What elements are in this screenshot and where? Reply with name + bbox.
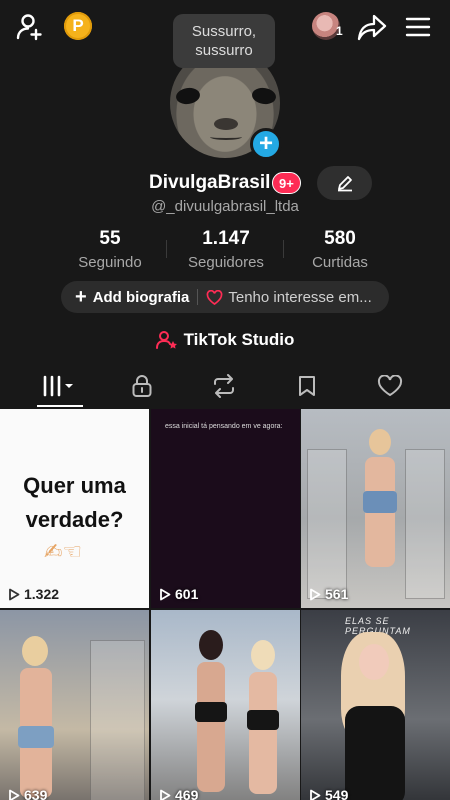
- building-shape: [307, 449, 347, 599]
- tab-reposts[interactable]: [192, 366, 256, 406]
- profile-tabs: [0, 366, 450, 408]
- notification-badge[interactable]: 9+: [272, 172, 301, 194]
- add-bio-label: Add biografia: [92, 288, 190, 306]
- account-count: 1: [336, 24, 343, 38]
- tab-favorites[interactable]: [275, 366, 339, 406]
- studio-label: TikTok Studio: [183, 330, 295, 349]
- avatar-eye: [251, 86, 277, 106]
- figure-body: [249, 672, 277, 794]
- figure-body: [197, 662, 225, 792]
- hamburger-menu-icon[interactable]: [401, 10, 435, 44]
- bio-pill: + Add biografia Tenho interesse em...: [61, 281, 389, 313]
- coins-icon[interactable]: P: [64, 12, 92, 40]
- video-thumbnail[interactable]: Quer uma verdade? ✍☜ 1.322: [0, 409, 149, 608]
- thumbnail-caption: essa inicial tá pensando em ve agora:: [165, 423, 283, 430]
- add-story-plus-icon[interactable]: +: [250, 128, 282, 160]
- play-icon: [159, 789, 171, 800]
- heart-outline-icon: [377, 375, 403, 397]
- active-tab-indicator: [37, 405, 83, 407]
- whisper-tooltip[interactable]: Sussurro, sussurro: [173, 14, 275, 68]
- video-thumbnail[interactable]: essa inicial tá pensando em ve agora: 60…: [151, 409, 300, 608]
- view-count: 639: [8, 787, 47, 800]
- building-shape: [90, 640, 145, 800]
- share-icon[interactable]: [354, 10, 390, 44]
- figure-shorts: [363, 491, 397, 513]
- stat-following[interactable]: 55 Seguindo: [50, 228, 170, 271]
- edit-profile-button[interactable]: [317, 166, 372, 200]
- stat-likes: 580 Curtidas: [280, 228, 400, 271]
- tab-private[interactable]: [110, 366, 174, 406]
- play-icon: [8, 588, 20, 601]
- name-row: DivulgaBrasil 9+: [0, 168, 450, 200]
- play-icon: [159, 588, 171, 601]
- studio-person-icon: [155, 330, 178, 350]
- video-thumbnail[interactable]: 561: [301, 409, 450, 608]
- username: @_divuulgabrasil_ltda: [151, 198, 299, 215]
- repost-icon: [214, 374, 234, 398]
- headline-line: Quer uma: [23, 473, 126, 498]
- heart-icon: [206, 289, 223, 305]
- view-count: 469: [159, 787, 198, 800]
- building-shape: [405, 449, 445, 599]
- view-count-value: 639: [24, 787, 48, 800]
- lock-icon: [132, 375, 152, 397]
- video-thumbnail[interactable]: ELAS SE PERGUNTAM 549: [301, 610, 450, 800]
- view-count: 561: [309, 586, 348, 602]
- stat-followers[interactable]: 1.147 Seguidores: [166, 228, 286, 271]
- view-count-value: 561: [325, 586, 349, 602]
- stat-value: 1.147: [202, 228, 250, 249]
- figure-hair: [251, 640, 275, 670]
- plus-icon: +: [75, 286, 87, 308]
- profile-stats: 55 Seguindo 1.147 Seguidores 580 Curtida…: [0, 228, 450, 272]
- stat-value: 580: [324, 228, 356, 249]
- view-count-value: 601: [175, 586, 199, 602]
- play-icon: [309, 789, 321, 800]
- tab-liked[interactable]: [358, 366, 422, 406]
- play-icon: [309, 588, 321, 601]
- figure-hair: [199, 630, 223, 660]
- stat-value: 55: [99, 228, 121, 249]
- view-count: 549: [309, 787, 348, 800]
- play-icon: [8, 789, 20, 800]
- video-thumbnail[interactable]: 469: [151, 610, 300, 800]
- stat-label: Seguidores: [188, 254, 264, 271]
- tooltip-line-1: Sussurro,: [191, 23, 257, 40]
- figure-shorts: [195, 702, 227, 722]
- stat-label: Curtidas: [312, 254, 368, 271]
- display-name: DivulgaBrasil: [149, 172, 271, 193]
- figure-shirt: [345, 706, 405, 800]
- thumbnail-headline: Quer uma verdade?: [0, 469, 149, 537]
- figure-face: [359, 644, 389, 680]
- avatar-nose: [214, 118, 238, 130]
- interests-label: Tenho interesse em...: [228, 288, 372, 306]
- video-grid: Quer uma verdade? ✍☜ 1.322 essa inicial …: [0, 409, 450, 800]
- avatar-eye: [175, 86, 201, 106]
- bookmark-icon: [299, 376, 315, 396]
- add-user-icon[interactable]: [14, 10, 48, 44]
- figure-shorts: [247, 710, 279, 730]
- view-count-value: 549: [325, 787, 349, 800]
- figure-hair: [22, 636, 48, 666]
- headline-line: verdade?: [25, 507, 124, 532]
- tab-videos[interactable]: [28, 366, 92, 406]
- pencil-icon: [337, 176, 352, 192]
- bio-divider: [197, 289, 199, 305]
- figure-shorts: [18, 726, 54, 748]
- view-count: 1.322: [8, 586, 59, 602]
- view-count-value: 1.322: [24, 586, 60, 602]
- view-count-value: 469: [175, 787, 199, 800]
- stat-label: Seguindo: [78, 254, 142, 271]
- video-thumbnail[interactable]: 639: [0, 610, 149, 800]
- figure-hair: [369, 429, 391, 455]
- avatar-mouth: [210, 134, 242, 140]
- pointing-hands-icon: ✍☜: [44, 539, 83, 564]
- view-count: 601: [159, 586, 198, 602]
- videos-grid-icon: [43, 375, 73, 397]
- tooltip-line-2: sussurro: [195, 42, 253, 59]
- tiktok-studio-link[interactable]: TikTok Studio: [0, 328, 450, 352]
- interests-button[interactable]: Tenho interesse em...: [206, 288, 372, 306]
- add-bio-button[interactable]: + Add biografia: [75, 287, 189, 307]
